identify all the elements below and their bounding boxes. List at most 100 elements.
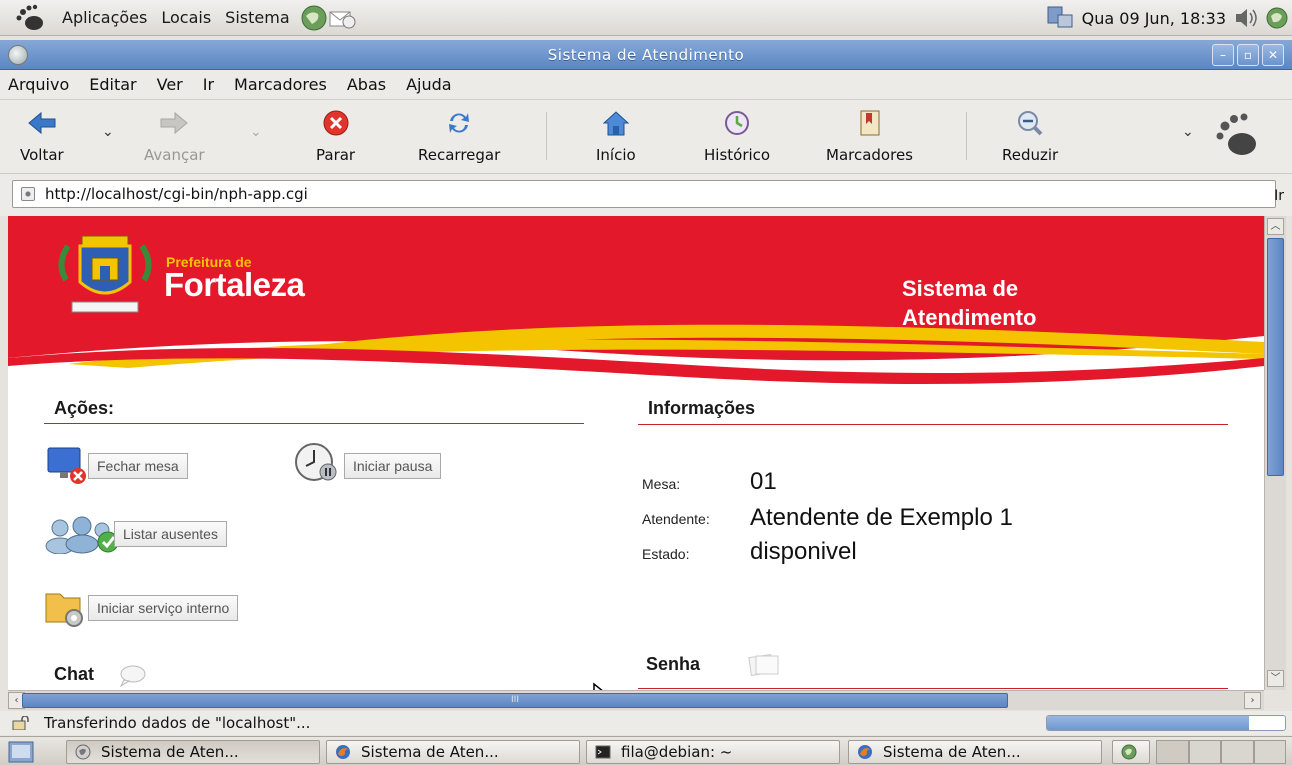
- history-label: Histórico: [704, 146, 771, 164]
- menu-bookmarks[interactable]: Marcadores: [234, 75, 327, 94]
- header-banner: [8, 216, 1264, 394]
- web-browser-launcher-icon[interactable]: [300, 4, 328, 32]
- window-title-bar[interactable]: Sistema de Atendimento – ▫ ✕: [0, 40, 1292, 70]
- attendant-value: Atendente de Exemplo 1: [750, 504, 1013, 531]
- history-button[interactable]: Histórico: [704, 108, 770, 164]
- url-text: http://localhost/cgi-bin/nph-app.cgi: [45, 185, 308, 203]
- security-lock-icon[interactable]: [12, 716, 30, 730]
- firefox-icon: [858, 745, 872, 759]
- banner-title-line2: Atendimento: [902, 305, 1037, 330]
- workspace-1[interactable]: [1156, 740, 1189, 764]
- menu-view[interactable]: Ver: [157, 75, 183, 94]
- workspace-switcher[interactable]: [1156, 740, 1286, 764]
- list-absent-button[interactable]: Listar ausentes: [114, 521, 227, 547]
- back-label: Voltar: [20, 146, 64, 164]
- close-desk-button[interactable]: Fechar mesa: [88, 453, 188, 479]
- network-status-icon[interactable]: [1046, 5, 1076, 31]
- ticket-icon: [748, 653, 779, 677]
- ticket-divider: [638, 688, 1228, 689]
- toolbar-overflow-dropdown[interactable]: ⌄: [1182, 124, 1194, 140]
- workspace-4[interactable]: [1253, 740, 1286, 764]
- show-desktop-icon[interactable]: [8, 741, 34, 763]
- taskbar-item-label: Sistema de Aten...: [101, 743, 239, 761]
- vertical-scroll-thumb[interactable]: [1267, 238, 1284, 476]
- attendant-label: Atendente:: [642, 511, 710, 527]
- reload-button[interactable]: Recarregar: [418, 108, 500, 164]
- desk-value: 01: [750, 468, 777, 495]
- taskbar-item[interactable]: [1112, 740, 1150, 764]
- taskbar-item-label: Sistema de Aten...: [361, 743, 499, 761]
- desk-label: Mesa:: [642, 476, 681, 492]
- start-internal-service-button[interactable]: Iniciar serviço interno: [88, 595, 239, 621]
- history-icon: [725, 111, 750, 135]
- logo-city-text: Fortaleza: [164, 266, 305, 303]
- home-label: Início: [596, 146, 636, 164]
- toolbar-separator: [966, 112, 967, 160]
- progress-fill: [1047, 716, 1250, 730]
- mail-launcher-icon[interactable]: [328, 4, 356, 32]
- stop-icon: [323, 110, 349, 136]
- panel-clock[interactable]: Qua 09 Jun, 18:33: [1082, 9, 1226, 28]
- home-button[interactable]: Início: [596, 108, 636, 164]
- taskbar-item-label: fila@debian: ~: [621, 743, 733, 761]
- gnome-top-panel: Aplicações Locais Sistema Qua 09 Jun, 18…: [0, 0, 1292, 36]
- horizontal-scroll-thumb[interactable]: III: [22, 693, 1008, 708]
- scroll-down-arrow[interactable]: ﹀: [1267, 670, 1284, 687]
- state-label: Estado:: [642, 546, 690, 562]
- update-notifier-icon[interactable]: [1262, 5, 1292, 31]
- volume-icon[interactable]: [1232, 5, 1262, 31]
- reload-label: Recarregar: [418, 146, 501, 164]
- url-input[interactable]: http://localhost/cgi-bin/nph-app.cgi: [12, 180, 1276, 208]
- scroll-right-arrow[interactable]: ›: [1244, 692, 1261, 709]
- forward-button[interactable]: Avançar: [144, 108, 205, 164]
- chat-bubble-icon: [119, 665, 146, 688]
- workspace-2[interactable]: [1188, 740, 1221, 764]
- maximize-button[interactable]: ▫: [1237, 44, 1259, 66]
- panel-tray: Qua 09 Jun, 18:33: [1046, 0, 1292, 36]
- back-history-dropdown[interactable]: ⌄: [102, 124, 114, 140]
- menu-edit[interactable]: Editar: [89, 75, 136, 94]
- menu-help[interactable]: Ajuda: [406, 75, 452, 94]
- panel-menu-places[interactable]: Locais: [161, 8, 211, 27]
- menu-file[interactable]: Arquivo: [8, 75, 69, 94]
- taskbar-item[interactable]: fila@debian: ~: [586, 740, 840, 764]
- toolbar-separator: [546, 112, 547, 160]
- panel-menu-system[interactable]: Sistema: [225, 8, 289, 27]
- scroll-up-arrow[interactable]: ︿: [1267, 218, 1284, 235]
- window-menu-icon[interactable]: [8, 45, 28, 65]
- ticket-heading: Senha: [646, 654, 701, 674]
- minimize-button[interactable]: –: [1212, 44, 1234, 66]
- workspace-3[interactable]: [1221, 740, 1254, 764]
- site-identity-icon[interactable]: [21, 187, 35, 201]
- back-button[interactable]: Voltar: [20, 108, 64, 164]
- gnome-foot-icon[interactable]: [14, 3, 48, 33]
- page-load-progress: [1046, 715, 1286, 731]
- chat-heading: Chat: [54, 664, 94, 684]
- start-pause-button[interactable]: Iniciar pausa: [344, 453, 442, 479]
- menu-go[interactable]: Ir: [203, 75, 214, 94]
- bookmarks-button[interactable]: Marcadores: [826, 108, 913, 164]
- zoom-out-button[interactable]: Reduzir: [1002, 108, 1058, 164]
- taskbar-item[interactable]: Sistema de Aten...: [66, 740, 320, 764]
- taskbar-item[interactable]: Sistema de Aten...: [326, 740, 580, 764]
- home-icon: [602, 111, 630, 136]
- status-bar: Transferindo dados de "localhost"...: [0, 711, 1292, 735]
- stop-button[interactable]: Parar: [316, 108, 355, 164]
- city-crest-logo: [58, 235, 152, 313]
- menu-tabs[interactable]: Abas: [347, 75, 386, 94]
- page-viewport: Prefeitura de Fortaleza Sistema de Atend…: [8, 216, 1264, 690]
- forward-history-dropdown[interactable]: ⌄: [250, 124, 262, 140]
- zoom-out-icon: [1018, 111, 1043, 136]
- close-button[interactable]: ✕: [1262, 44, 1284, 66]
- horizontal-scrollbar[interactable]: ‹ III ›: [8, 690, 1264, 710]
- vertical-scrollbar[interactable]: ︿ ﹀: [1264, 216, 1286, 690]
- firefox-icon: [336, 745, 350, 759]
- taskbar-item[interactable]: Sistema de Aten...: [848, 740, 1102, 764]
- location-bar: http://localhost/cgi-bin/nph-app.cgi Ir: [0, 174, 1292, 216]
- taskbar-item-label: Sistema de Aten...: [883, 743, 1021, 761]
- stop-label: Parar: [316, 146, 356, 164]
- panel-menu-applications[interactable]: Aplicações: [62, 8, 147, 27]
- go-button[interactable]: Ir: [1274, 188, 1284, 204]
- zoom-out-label: Reduzir: [1002, 146, 1059, 164]
- web-browser-icon: [1121, 744, 1137, 760]
